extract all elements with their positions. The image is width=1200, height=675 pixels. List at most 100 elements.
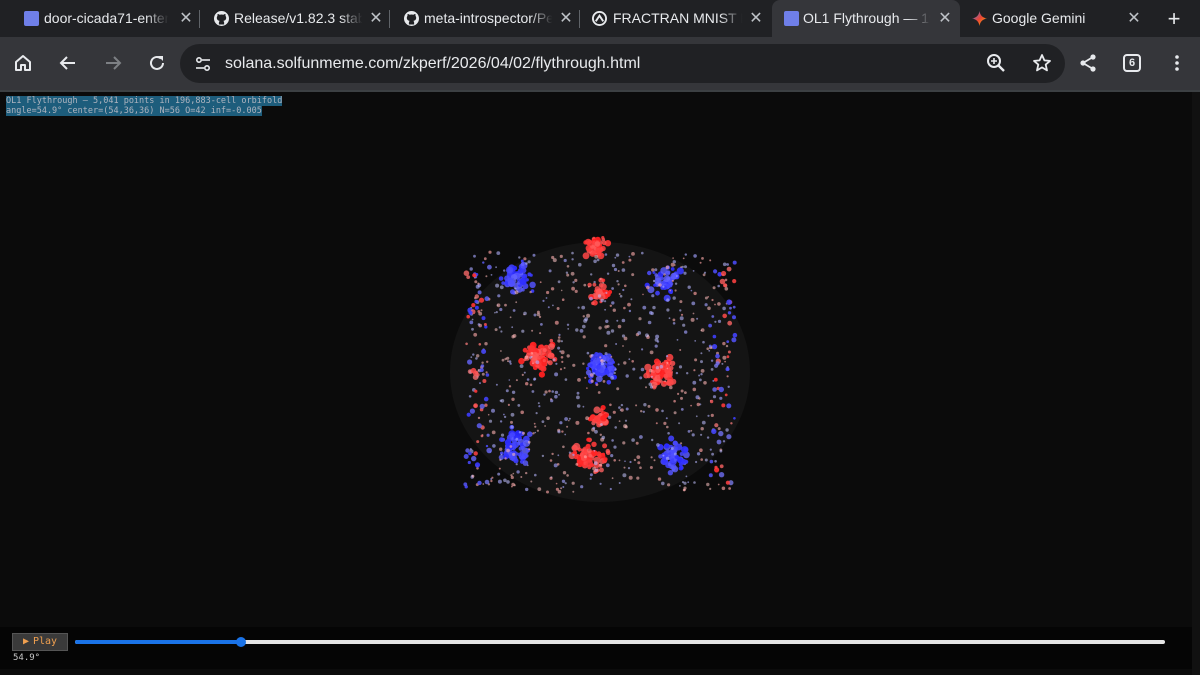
point-cloud-canvas[interactable] (440, 232, 760, 512)
close-icon[interactable]: ✕ (176, 8, 196, 28)
zoom-icon[interactable] (986, 53, 1006, 78)
cloud-point (623, 424, 628, 429)
forward-button[interactable] (98, 48, 128, 78)
cloud-point (515, 463, 518, 466)
cloud-point (732, 260, 737, 265)
cloud-point (615, 253, 620, 257)
cloud-point (707, 306, 711, 311)
cloud-point (593, 280, 596, 284)
tab-meta-introspector[interactable]: meta-introspector/Pe ✕ (390, 0, 580, 37)
tab-google-gemini[interactable]: Google Gemini ✕ (960, 0, 1150, 37)
cloud-point (670, 267, 675, 271)
back-button[interactable] (53, 48, 83, 78)
tab-release[interactable]: Release/v1.82.3 stable ✕ (200, 0, 390, 37)
cloud-point (472, 353, 475, 356)
close-icon[interactable]: ✕ (746, 8, 766, 28)
cloud-point (538, 405, 541, 408)
cloud-point (582, 335, 586, 339)
cloud-point (516, 470, 520, 474)
cloud-point (637, 331, 642, 335)
cloud-point (463, 270, 470, 276)
cloud-point (474, 389, 478, 393)
cloud-point (624, 460, 626, 462)
cloud-point (605, 463, 610, 468)
angle-slider[interactable] (75, 635, 1165, 649)
cloud-point (599, 356, 602, 359)
new-tab-button[interactable]: + (1160, 5, 1188, 33)
address-bar[interactable]: solana.solfunmeme.com/zkperf/2026/04/02/… (180, 44, 1065, 83)
cloud-point (696, 317, 699, 320)
cloud-point (469, 320, 474, 325)
share-button[interactable] (1073, 48, 1103, 78)
cloud-point (715, 361, 720, 366)
cloud-point (527, 440, 531, 444)
cloud-point (684, 253, 687, 256)
cloud-point (640, 367, 645, 372)
cloud-point (672, 296, 676, 300)
cloud-point (679, 309, 682, 312)
cloud-point (651, 268, 655, 272)
bookmark-star-icon[interactable] (1032, 53, 1052, 78)
cloud-point (724, 287, 729, 291)
cloud-point (625, 407, 629, 411)
cloud-point (599, 408, 604, 413)
cloud-point (469, 267, 473, 271)
tab-door-cicada[interactable]: door-cicada71-enter ✕ (0, 0, 200, 37)
tab-switcher-button[interactable]: 6 (1117, 48, 1147, 78)
home-button[interactable] (8, 48, 38, 78)
play-button[interactable]: ▶ Play (12, 633, 68, 651)
cloud-point (666, 379, 674, 387)
cloud-point (654, 344, 658, 348)
close-icon[interactable]: ✕ (1124, 8, 1144, 28)
cloud-point (609, 487, 612, 491)
cloud-point (595, 375, 603, 383)
cloud-point (510, 475, 514, 480)
menu-button[interactable] (1162, 48, 1192, 78)
cloud-point (717, 427, 721, 431)
reload-button[interactable] (142, 48, 172, 78)
cloud-point (602, 443, 608, 449)
tab-fractran-mnist[interactable]: FRACTRAN MNIST Me ✕ (580, 0, 772, 37)
cloud-point (483, 323, 487, 326)
cloud-point (696, 452, 701, 456)
cloud-point (550, 399, 554, 403)
cloud-point (604, 291, 611, 298)
cloud-point (527, 260, 531, 264)
close-icon[interactable]: ✕ (556, 8, 576, 28)
cloud-point (621, 318, 626, 323)
cloud-point (599, 278, 602, 280)
cloud-point (559, 254, 563, 258)
tab-ol1-flythrough[interactable]: OL1 Flythrough — 196, ✕ (772, 0, 960, 37)
close-icon[interactable]: ✕ (366, 8, 386, 28)
cloud-point (624, 284, 627, 288)
cloud-point (714, 303, 716, 306)
cloud-point (546, 290, 550, 295)
cloud-point (693, 481, 696, 484)
cloud-point (714, 423, 719, 428)
cloud-point (482, 483, 485, 485)
cloud-point (480, 364, 485, 368)
cloud-point (690, 429, 693, 432)
cloud-point (679, 300, 683, 304)
slider-thumb[interactable] (236, 637, 247, 647)
cloud-point (534, 473, 537, 477)
cloud-point (484, 479, 490, 485)
cloud-point (733, 417, 736, 420)
cloud-point (561, 360, 564, 363)
cloud-point (647, 270, 652, 276)
cloud-point (603, 457, 608, 462)
cloud-point (508, 379, 511, 381)
cloud-point (633, 458, 637, 462)
cloud-point (557, 430, 561, 434)
cloud-point (604, 300, 607, 303)
cloud-point (535, 412, 538, 415)
site-settings-icon[interactable] (194, 55, 212, 78)
cloud-point (696, 402, 700, 407)
cloud-point (673, 399, 676, 403)
cloud-point (623, 306, 626, 310)
cloud-point (550, 287, 555, 291)
close-icon[interactable]: ✕ (935, 8, 955, 28)
cloud-point (495, 311, 498, 314)
cloud-point (507, 360, 509, 363)
cloud-point (616, 387, 620, 391)
